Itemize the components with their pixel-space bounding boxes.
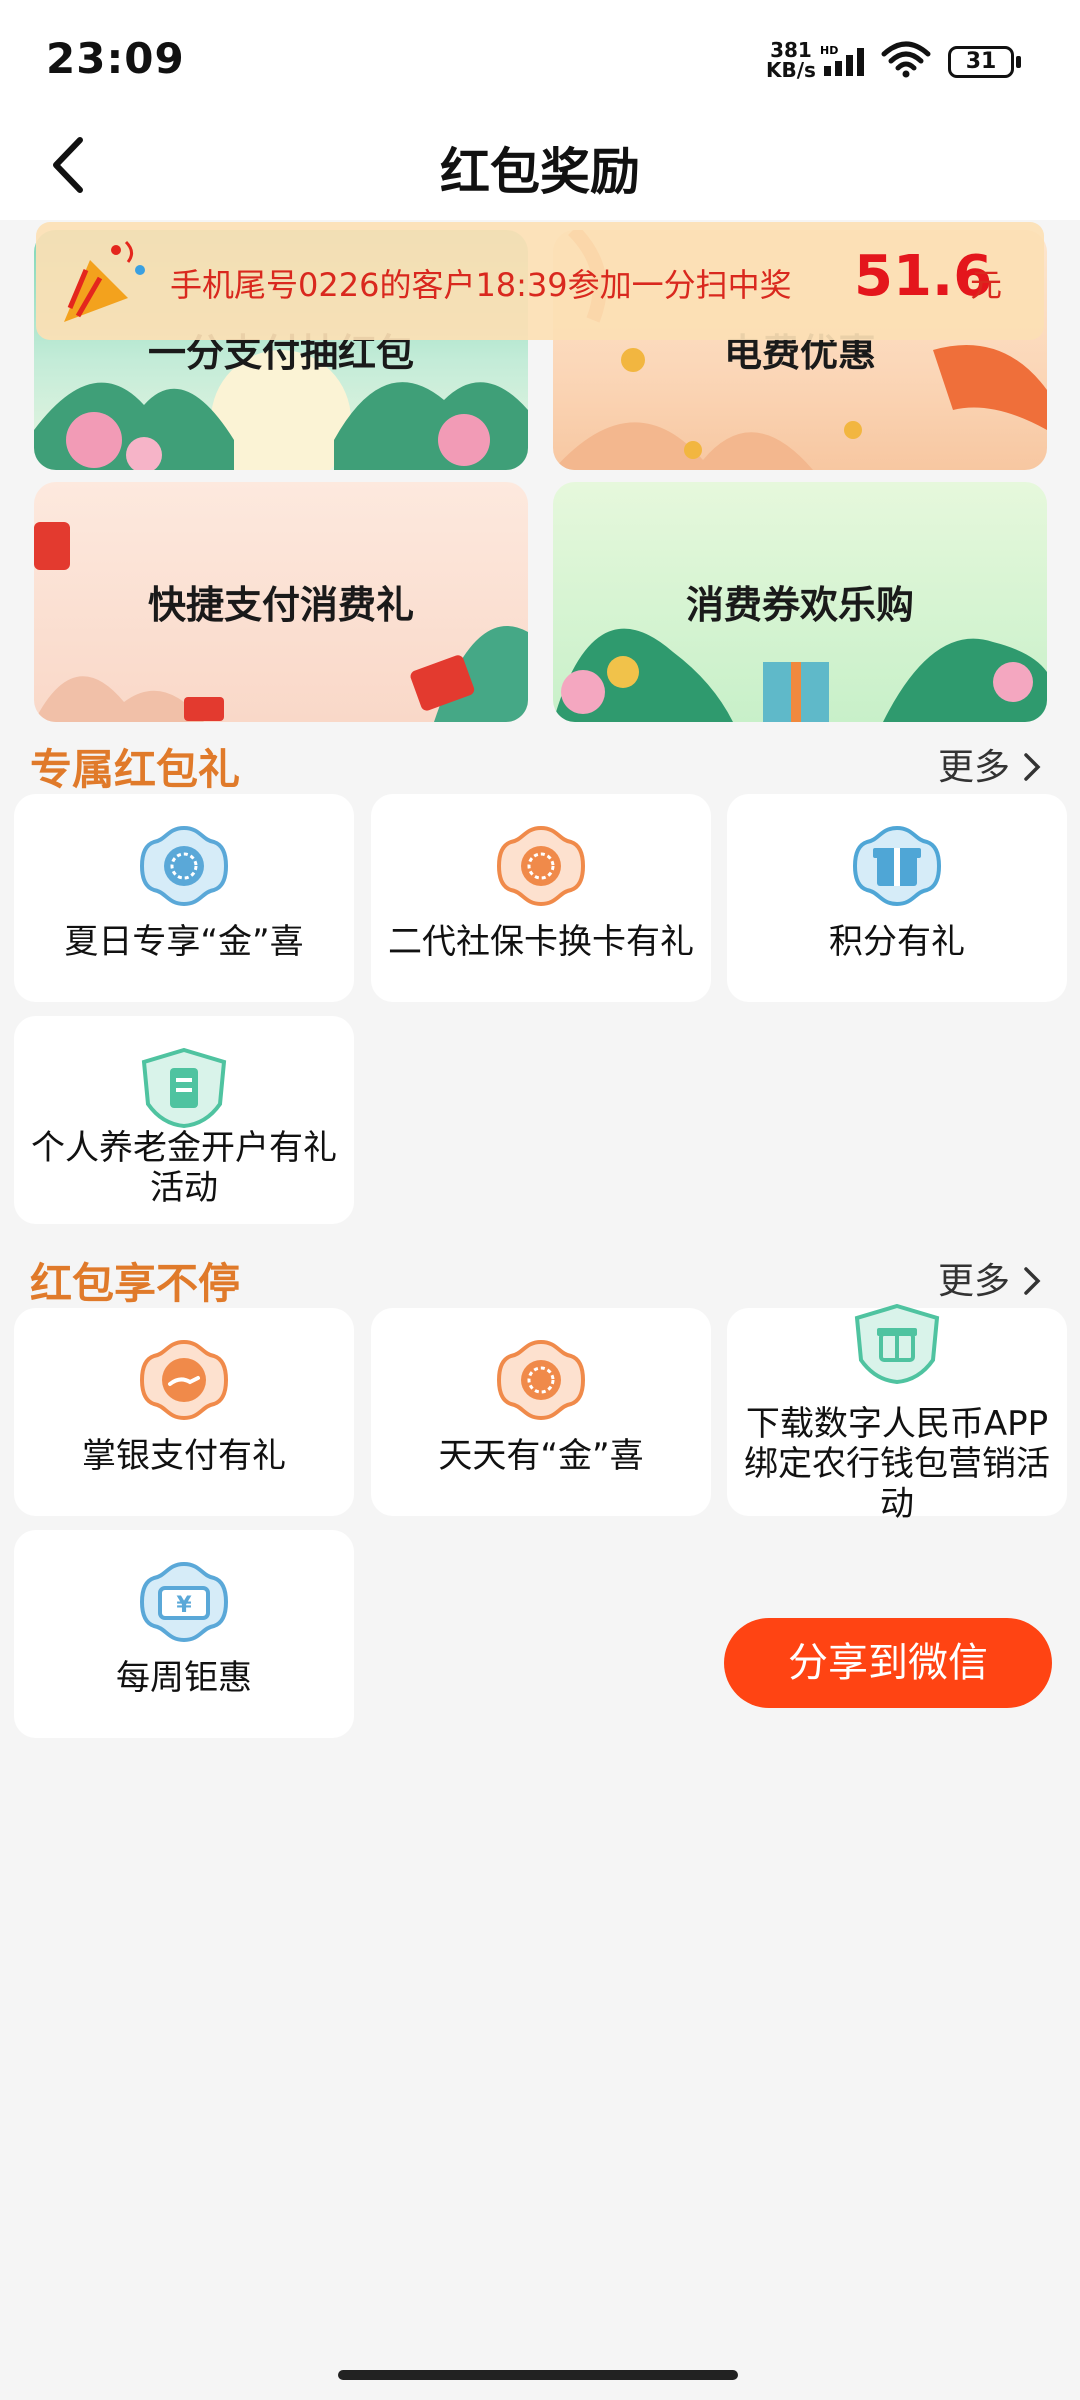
reward-card-points[interactable]: 积分有礼 [727, 794, 1067, 1002]
sun-wheel-icon [497, 1340, 585, 1420]
status-time: 23:09 [46, 34, 185, 83]
page-title: 红包奖励 [440, 143, 640, 201]
gift-shield-icon [854, 1304, 940, 1384]
card-label: 每周钜惠 [116, 1658, 252, 1698]
sun-wheel-icon [497, 826, 585, 906]
banner-consumer-voucher[interactable]: 消费券欢乐购 [553, 482, 1047, 722]
chevron-right-icon [1024, 753, 1041, 781]
section-title-nonstop: 红包享不停 [30, 1259, 241, 1308]
home-indicator[interactable] [338, 2370, 738, 2380]
card-label: 掌银支付有礼 [82, 1436, 286, 1476]
reward-card-pension[interactable]: 个人养老金开户有礼 活动 [14, 1016, 354, 1224]
chevron-right-icon [1024, 1267, 1041, 1295]
banner-label: 消费券欢乐购 [685, 583, 914, 627]
battery-icon: 31 [948, 46, 1021, 78]
card-label: 个人养老金开户有礼 活动 [31, 1128, 337, 1208]
ticker-text: 手机尾号0226的客户18:39参加一分扫中奖 [170, 266, 792, 304]
reward-card-summer[interactable]: 夏日专享“金”喜 [14, 794, 354, 1002]
pay-hand-icon [140, 1340, 228, 1420]
section-title-exclusive: 专属红包礼 [30, 745, 241, 794]
card-label: 积分有礼 [829, 922, 965, 962]
pension-card-icon [141, 1048, 227, 1128]
card-label: 下载数字人民币APP 绑定农行钱包营销活 动 [744, 1404, 1050, 1524]
reward-card-digital-rmb[interactable]: 下载数字人民币APP 绑定农行钱包营销活 动 [727, 1304, 1067, 1524]
yuan-ticket-icon: ¥ [140, 1562, 228, 1642]
signal-icon: HD [820, 44, 876, 80]
wifi-icon [880, 40, 932, 82]
card-label: 夏日专享“金”喜 [64, 922, 304, 962]
reward-card-social-security[interactable]: 二代社保卡换卡有礼 [371, 794, 711, 1002]
reward-card-weekly-deal[interactable]: ¥ 每周钜惠 [14, 1530, 354, 1738]
status-bar: 23:09 381 KB/s HD 31 [0, 0, 1080, 110]
sun-wheel-icon [140, 826, 228, 906]
winner-ticker: 手机尾号0226的客户18:39参加一分扫中奖 51.6 元 [36, 222, 1044, 340]
network-speed: 381 KB/s [766, 38, 816, 82]
party-popper-icon [64, 240, 145, 322]
ticker-unit: 元 [970, 266, 1003, 304]
share-to-wechat-button[interactable]: 分享到微信 [724, 1618, 1052, 1708]
card-label: 天天有“金”喜 [438, 1436, 644, 1476]
banner-label: 快捷支付消费礼 [147, 583, 414, 627]
card-label: 二代社保卡换卡有礼 [388, 922, 694, 962]
reward-card-mobile-pay[interactable]: 掌银支付有礼 [14, 1308, 354, 1516]
top-navigation: 红包奖励 [0, 110, 1080, 220]
more-link-exclusive[interactable]: 更多 [938, 738, 1043, 790]
banner-quick-pay-gift[interactable]: 快捷支付消费礼 [34, 482, 528, 722]
svg-text:¥: ¥ [176, 1593, 192, 1618]
more-link-nonstop[interactable]: 更多 [938, 1252, 1043, 1304]
reward-card-daily-gold[interactable]: 天天有“金”喜 [371, 1308, 711, 1516]
gift-icon [853, 826, 941, 906]
svg-text:HD: HD [820, 44, 838, 57]
